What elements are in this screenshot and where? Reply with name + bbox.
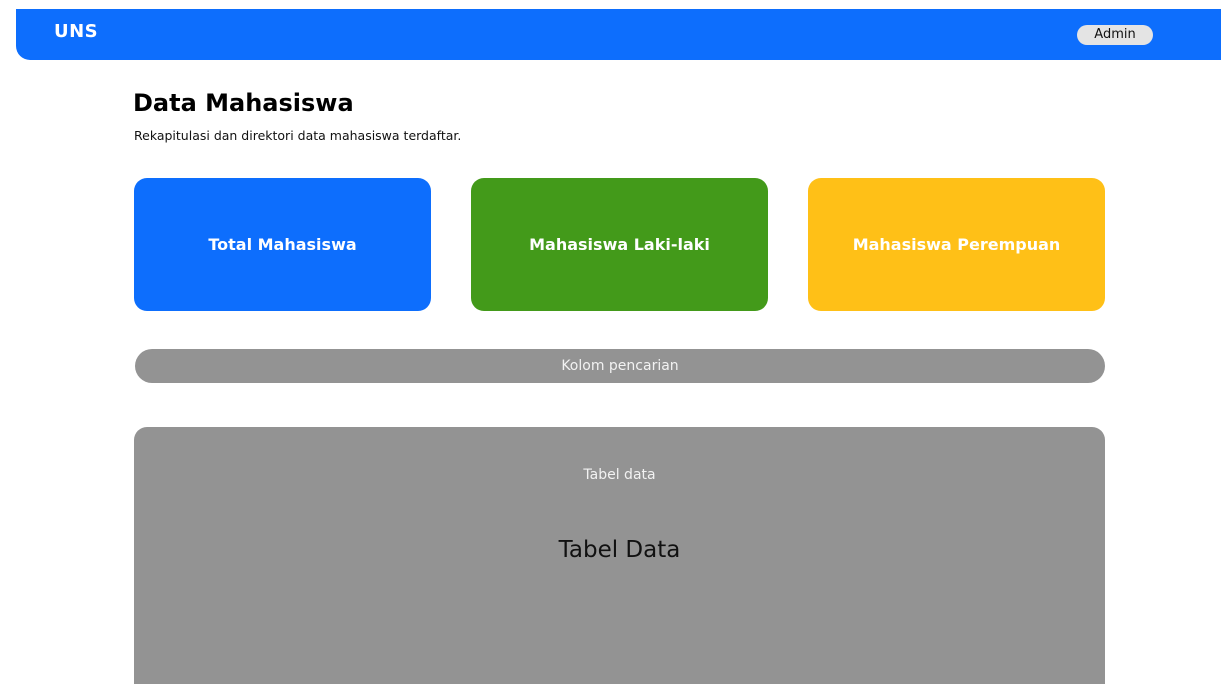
female-students-label: Mahasiswa Perempuan [852, 235, 1061, 254]
data-table-panel: Tabel data Tabel Data [134, 427, 1105, 684]
male-students-card: Mahasiswa Laki-laki [471, 178, 768, 311]
total-students-card: Total Mahasiswa [134, 178, 431, 311]
brand-logo[interactable]: UNS [54, 21, 98, 42]
table-caption: Tabel data [583, 467, 656, 483]
total-students-label: Total Mahasiswa [208, 235, 357, 254]
male-students-label: Mahasiswa Laki-laki [529, 235, 710, 254]
admin-user-button[interactable]: Admin [1077, 25, 1153, 45]
page-title: Data Mahasiswa [133, 89, 354, 117]
top-navbar: UNS Admin [16, 9, 1221, 60]
search-input[interactable] [135, 349, 1105, 383]
page-subtitle: Rekapitulasi dan direktori data mahasisw… [134, 128, 462, 143]
female-students-card: Mahasiswa Perempuan [808, 178, 1105, 311]
table-heading: Tabel Data [558, 537, 681, 563]
